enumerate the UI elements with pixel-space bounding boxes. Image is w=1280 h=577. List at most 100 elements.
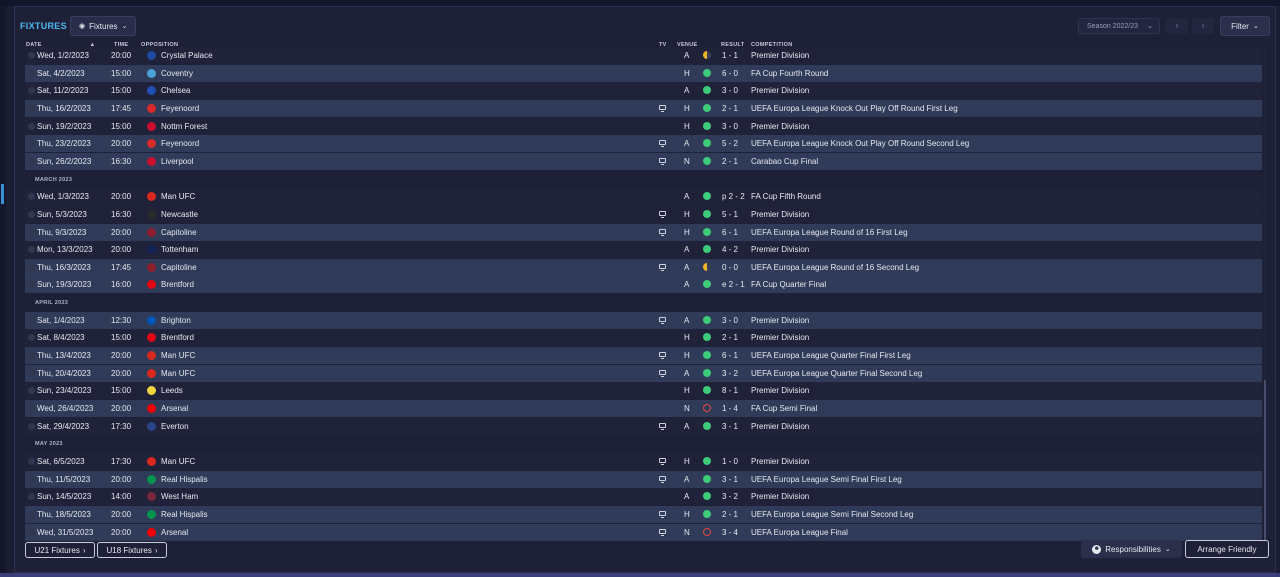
arrange-friendly-button[interactable]: Arrange Friendly xyxy=(1185,540,1269,558)
fixture-row[interactable]: Sun, 26/2/2023 16:30 Liverpool N 2 - 1 Caraba… xyxy=(25,152,1262,170)
fixture-opponent[interactable]: Crystal Palace xyxy=(161,51,213,60)
fixture-opponent[interactable]: West Ham xyxy=(161,492,198,501)
fixture-row[interactable]: Wed, 31/5/2023 20:00 Arsenal N 3 - 4 UEFA Eur… xyxy=(25,523,1262,541)
fixture-competition[interactable]: UEFA Europa League Semi Final Second Leg xyxy=(751,510,913,519)
fixture-row[interactable]: Sun, 19/2/2023 15:00 Nottm Forest H 3 - 0 Pre… xyxy=(25,117,1262,135)
fixture-opponent[interactable]: Man UFC xyxy=(161,351,195,360)
fixture-competition[interactable]: Premier Division xyxy=(751,333,809,342)
fixture-competition[interactable]: Premier Division xyxy=(751,51,809,60)
fixture-competition[interactable]: Premier Division xyxy=(751,386,809,395)
fixture-opponent[interactable]: Man UFC xyxy=(161,192,195,201)
fixture-result[interactable]: 6 - 1 xyxy=(722,228,738,237)
fixture-competition[interactable]: Premier Division xyxy=(751,86,809,95)
fixture-row[interactable]: Thu, 23/2/2023 20:00 Feyenoord A 5 - 2 UEFA E… xyxy=(25,135,1262,153)
fixture-competition[interactable]: FA Cup Fifth Round xyxy=(751,192,821,201)
fixture-row[interactable]: Wed, 1/2/2023 20:00 Crystal Palace A 1 - 1 Pr… xyxy=(25,47,1262,64)
fixture-opponent[interactable]: Capitoline xyxy=(161,263,197,272)
fixture-row[interactable]: Sat, 1/4/2023 12:30 Brighton A 3 - 0 Premier … xyxy=(25,311,1262,329)
fixture-result[interactable]: 5 - 1 xyxy=(722,210,738,219)
fixture-result[interactable]: 3 - 2 xyxy=(722,492,738,501)
fixture-result[interactable]: 6 - 0 xyxy=(722,69,738,78)
fixture-competition[interactable]: UEFA Europa League Semi Final First Leg xyxy=(751,475,902,484)
fixture-opponent[interactable]: Liverpool xyxy=(161,157,193,166)
previous-season-button[interactable]: ‹ xyxy=(1166,18,1188,34)
fixture-result[interactable]: 6 - 1 xyxy=(722,351,738,360)
fixture-result[interactable]: 3 - 4 xyxy=(722,528,738,537)
fixture-result[interactable]: 2 - 1 xyxy=(722,104,738,113)
fixture-result[interactable]: 3 - 1 xyxy=(722,475,738,484)
fixture-result[interactable]: 4 - 2 xyxy=(722,245,738,254)
fixture-row[interactable]: Thu, 13/4/2023 20:00 Man UFC H 6 - 1 UEFA Eur… xyxy=(25,347,1262,365)
fixture-row[interactable]: Sat, 4/2/2023 15:00 Coventry H 6 - 0 FA Cup F… xyxy=(25,64,1262,82)
fixture-row[interactable]: Mon, 13/3/2023 20:00 Tottenham A 4 - 2 Premie… xyxy=(25,241,1262,259)
fixture-competition[interactable]: FA Cup Quarter Final xyxy=(751,280,826,289)
fixture-competition[interactable]: UEFA Europa League Knock Out Play Off Ro… xyxy=(751,104,958,113)
fixture-opponent[interactable]: Capitoline xyxy=(161,228,197,237)
fixture-opponent[interactable]: Leeds xyxy=(161,386,183,395)
fixture-competition[interactable]: Premier Division xyxy=(751,245,809,254)
fixture-opponent[interactable]: Feyenoord xyxy=(161,139,199,148)
fixture-opponent[interactable]: Brentford xyxy=(161,333,194,342)
fixture-row[interactable]: Sat, 11/2/2023 15:00 Chelsea A 3 - 0 Premier … xyxy=(25,82,1262,100)
fixture-result[interactable]: 3 - 1 xyxy=(722,422,738,431)
fixture-competition[interactable]: Premier Division xyxy=(751,422,809,431)
fixture-row[interactable]: Sun, 14/5/2023 14:00 West Ham A 3 - 2 Premier… xyxy=(25,488,1262,506)
fixture-competition[interactable]: Premier Division xyxy=(751,492,809,501)
fixture-competition[interactable]: UEFA Europa League Round of 16 Second Le… xyxy=(751,263,919,272)
fixture-opponent[interactable]: Brentford xyxy=(161,280,194,289)
fixture-competition[interactable]: UEFA Europa League Quarter Final Second … xyxy=(751,369,922,378)
fixture-opponent[interactable]: Arsenal xyxy=(161,404,188,413)
u18-fixtures-button[interactable]: U18 Fixtures › xyxy=(97,542,167,558)
fixture-row[interactable]: Thu, 9/3/2023 20:00 Capitoline H 6 - 1 UEFA E… xyxy=(25,223,1262,241)
fixture-opponent[interactable]: Everton xyxy=(161,422,189,431)
fixture-opponent[interactable]: Real Hispalis xyxy=(161,475,208,484)
scrollbar-thumb[interactable] xyxy=(1264,380,1266,540)
fixture-opponent[interactable]: Real Hispalis xyxy=(161,510,208,519)
fixture-row[interactable]: Sun, 5/3/2023 16:30 Newcastle H 5 - 1 Premier… xyxy=(25,205,1262,223)
fixture-result[interactable]: 3 - 0 xyxy=(722,122,738,131)
fixture-result[interactable]: 1 - 4 xyxy=(722,404,738,413)
fixture-competition[interactable]: FA Cup Fourth Round xyxy=(751,69,828,78)
next-season-button[interactable]: › xyxy=(1192,18,1214,34)
fixture-row[interactable]: Sun, 19/3/2023 16:00 Brentford Ae 2 - 1 FA C… xyxy=(25,276,1262,294)
fixture-opponent[interactable]: Coventry xyxy=(161,69,193,78)
fixture-result[interactable]: 2 - 1 xyxy=(722,333,738,342)
fixture-competition[interactable]: Premier Division xyxy=(751,210,809,219)
fixture-opponent[interactable]: Chelsea xyxy=(161,86,190,95)
fixture-row[interactable]: Wed, 1/3/2023 20:00 Man UFC Ap 2 - 2 FA Cup … xyxy=(25,188,1262,206)
fixture-competition[interactable]: UEFA Europa League Quarter Final First L… xyxy=(751,351,911,360)
fixture-opponent[interactable]: Brighton xyxy=(161,316,191,325)
fixture-opponent[interactable]: Man UFC xyxy=(161,457,195,466)
fixture-competition[interactable]: Premier Division xyxy=(751,457,809,466)
fixture-row[interactable]: Thu, 18/5/2023 20:00 Real Hispalis H 2 - 1 UE… xyxy=(25,505,1262,523)
fixture-opponent[interactable]: Feyenoord xyxy=(161,104,199,113)
responsibilities-button[interactable]: ☻ Responsibilities ⌄ xyxy=(1081,540,1182,558)
fixture-opponent[interactable]: Newcastle xyxy=(161,210,198,219)
fixture-row[interactable]: Thu, 16/2/2023 17:45 Feyenoord H 2 - 1 UEFA E… xyxy=(25,99,1262,117)
fixture-row[interactable]: Sat, 6/5/2023 17:30 Man UFC H 1 - 0 Premier D… xyxy=(25,452,1262,470)
fixture-result[interactable]: 1 - 0 xyxy=(722,457,738,466)
fixture-competition[interactable]: Carabao Cup Final xyxy=(751,157,818,166)
fixture-competition[interactable]: UEFA Europa League Final xyxy=(751,528,848,537)
fixture-result[interactable]: 3 - 0 xyxy=(722,86,738,95)
fixture-result[interactable]: 8 - 1 xyxy=(722,386,738,395)
fixture-result[interactable]: 0 - 0 xyxy=(722,263,738,272)
fixture-row[interactable]: Thu, 11/5/2023 20:00 Real Hispalis A 3 - 1 UE… xyxy=(25,470,1262,488)
u21-fixtures-button[interactable]: U21 Fixtures › xyxy=(25,542,95,558)
fixture-result[interactable]: 1 - 1 xyxy=(722,51,738,60)
fixture-opponent[interactable]: Nottm Forest xyxy=(161,122,207,131)
fixture-row[interactable]: Thu, 20/4/2023 20:00 Man UFC A 3 - 2 UEFA Eur… xyxy=(25,364,1262,382)
fixture-result[interactable]: p 2 - 2 xyxy=(722,192,745,201)
fixture-competition[interactable]: UEFA Europa League Knock Out Play Off Ro… xyxy=(751,139,969,148)
fixture-row[interactable]: Thu, 16/3/2023 17:45 Capitoline A 0 - 0 UEFA … xyxy=(25,258,1262,276)
fixture-row[interactable]: Wed, 26/4/2023 20:00 Arsenal N 1 - 4 FA Cup S… xyxy=(25,400,1262,417)
fixture-competition[interactable]: Premier Division xyxy=(751,122,809,131)
fixture-competition[interactable]: Premier Division xyxy=(751,316,809,325)
fixture-result[interactable]: 3 - 2 xyxy=(722,369,738,378)
filter-button[interactable]: Filter ⌄ xyxy=(1220,16,1270,36)
fixture-opponent[interactable]: Tottenham xyxy=(161,245,198,254)
fixture-result[interactable]: 3 - 0 xyxy=(722,316,738,325)
fixture-result[interactable]: 2 - 1 xyxy=(722,510,738,519)
season-selector[interactable]: Season 2022/23 ⌄ xyxy=(1078,18,1160,34)
fixture-result[interactable]: 2 - 1 xyxy=(722,157,738,166)
